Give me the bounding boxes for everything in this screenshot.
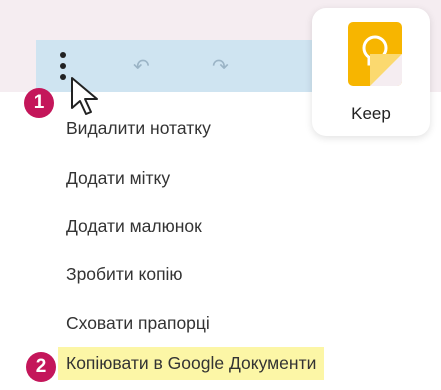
more-options-icon[interactable] <box>56 50 70 84</box>
keep-app-label: Keep <box>351 104 391 123</box>
menu-item-delete-note[interactable]: Видалити нотатку <box>66 118 211 139</box>
page-fold <box>370 54 402 86</box>
menu-item-make-copy[interactable]: Зробити копію <box>66 264 183 285</box>
menu-item-add-label[interactable]: Додати мітку <box>66 168 170 189</box>
step-2-badge: 2 <box>26 352 56 382</box>
menu-item-copy-to-google-docs[interactable]: Копіювати в Google Документи <box>58 347 325 380</box>
redo-icon[interactable]: ↷ <box>212 54 229 79</box>
keep-app-card: Keep <box>312 8 430 136</box>
menu-item-hide-checkboxes[interactable]: Сховати прапорці <box>66 313 210 334</box>
mouse-pointer-icon <box>71 77 98 115</box>
more-options-menu: Видалити нотатку Додати мітку Додати мал… <box>0 92 441 390</box>
menu-item-add-drawing[interactable]: Додати малюнок <box>66 216 202 237</box>
screenshot-canvas: ↶ ↷ Видалити нотатку Додати мітку Додати… <box>0 0 441 390</box>
step-1-badge: 1 <box>24 88 54 118</box>
keep-logo <box>348 22 402 86</box>
undo-icon[interactable]: ↶ <box>133 54 150 79</box>
